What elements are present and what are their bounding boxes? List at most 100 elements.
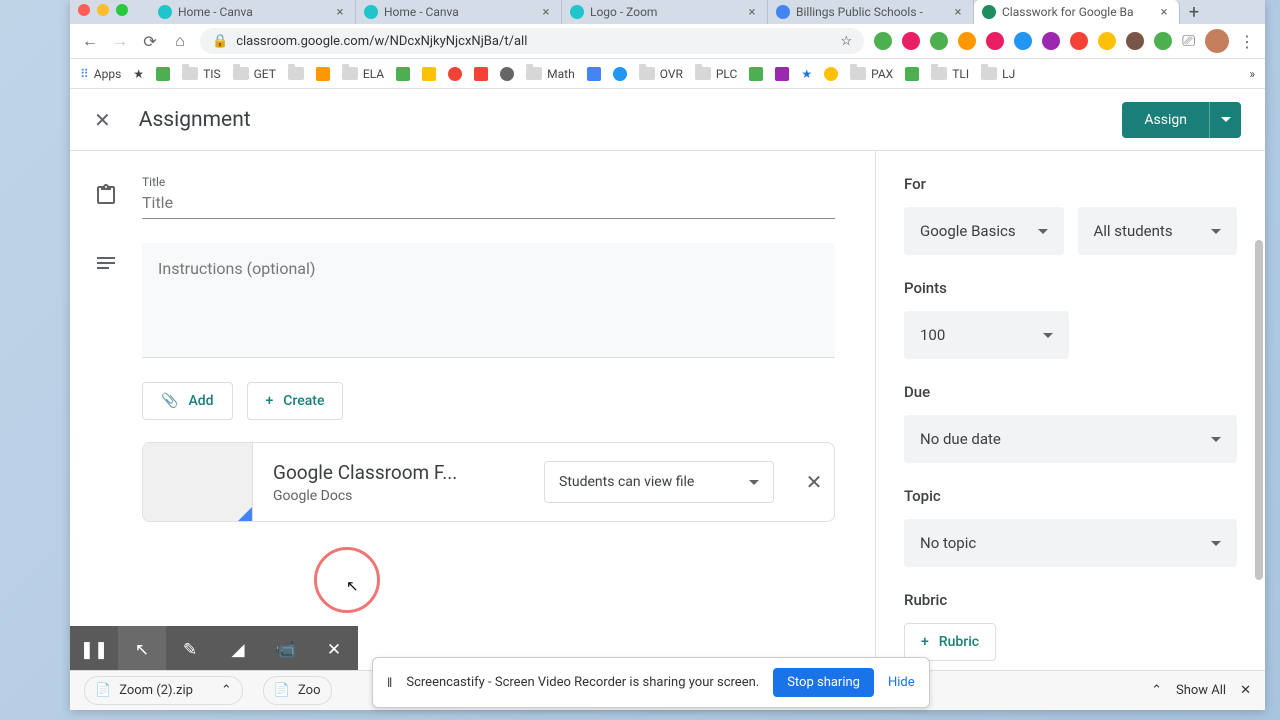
tab-billings[interactable]: Billings Public Schools -× (768, 0, 974, 24)
pen-button[interactable]: ✎ (166, 626, 214, 674)
minimize-window-icon[interactable] (97, 4, 109, 16)
remove-attachment-button[interactable]: ✕ (794, 470, 834, 494)
close-toolbar-button[interactable]: ✕ (310, 626, 358, 674)
close-window-icon[interactable] (78, 4, 90, 16)
bookmark-item[interactable]: ★ (133, 67, 144, 81)
bookmark-item[interactable] (448, 67, 462, 81)
bookmark-item[interactable] (587, 67, 601, 81)
bookmark-folder[interactable]: TIS (182, 67, 221, 81)
ext-icon[interactable] (1042, 32, 1060, 50)
create-button[interactable]: +Create (247, 382, 344, 420)
stop-sharing-button[interactable]: Stop sharing (773, 668, 874, 697)
instructions-field[interactable]: Instructions (optional) (142, 243, 835, 358)
close-downloads-button[interactable]: ✕ (1240, 683, 1251, 698)
new-tab-button[interactable]: + (1180, 0, 1208, 24)
bookmark-item[interactable] (396, 67, 410, 81)
close-icon[interactable]: × (951, 5, 965, 19)
permission-dropdown[interactable]: Students can view file (544, 461, 774, 503)
camera-button[interactable]: 📹 (262, 626, 310, 674)
assign-button[interactable]: Assign (1122, 102, 1209, 138)
close-icon[interactable]: × (539, 5, 553, 19)
due-date-select[interactable]: No due date (904, 415, 1237, 463)
tab-zoom[interactable]: Logo - Zoom× (562, 0, 768, 24)
pointer-button[interactable]: ↖ (118, 626, 166, 674)
bookmark-item[interactable] (156, 67, 170, 81)
bookmark-item[interactable] (422, 67, 436, 81)
attachment-title[interactable]: Google Classroom F... (273, 461, 524, 484)
bookmark-item[interactable] (500, 67, 514, 81)
maximize-window-icon[interactable] (116, 4, 128, 16)
class-select[interactable]: Google Basics (904, 207, 1064, 255)
bookmark-folder[interactable]: GET (233, 67, 276, 81)
bookmark-folder[interactable]: OVR (639, 67, 683, 81)
apps-button[interactable]: ⠿Apps (80, 67, 121, 81)
tab-canva-2[interactable]: Home - Canva× (356, 0, 562, 24)
topic-select[interactable]: No topic (904, 519, 1237, 567)
bookmark-item[interactable] (905, 67, 919, 81)
ext-icon[interactable] (986, 32, 1004, 50)
bookmark-item[interactable] (316, 67, 330, 81)
home-button[interactable]: ⌂ (170, 31, 190, 51)
bookmark-folder[interactable]: PAX (850, 67, 893, 81)
profile-avatar[interactable] (1205, 29, 1229, 53)
back-button[interactable]: ← (80, 31, 100, 51)
close-button[interactable]: ✕ (94, 108, 111, 132)
students-select[interactable]: All students (1078, 207, 1238, 255)
bookmark-item[interactable] (474, 67, 488, 81)
chevron-up-icon[interactable]: ⌃ (221, 683, 232, 698)
address-bar[interactable]: 🔒 classroom.google.com/w/NDcxNjkyNjcxNjB… (200, 28, 864, 54)
window-controls[interactable] (78, 4, 128, 16)
ext-icon[interactable] (1126, 32, 1144, 50)
close-icon[interactable]: × (333, 5, 347, 19)
forward-button[interactable]: → (110, 31, 130, 51)
bookmark-folder[interactable] (288, 67, 304, 80)
bookmark-folder[interactable]: PLC (695, 67, 737, 81)
scrollbar[interactable] (1253, 240, 1265, 590)
ext-icon[interactable] (1070, 32, 1088, 50)
reload-button[interactable]: ⟳ (140, 31, 160, 51)
eraser-button[interactable]: ◢ (214, 626, 262, 674)
cast-icon[interactable]: ⎚ (1182, 31, 1195, 51)
attachment-thumbnail[interactable] (143, 443, 253, 521)
show-all-button[interactable]: Show All (1176, 683, 1226, 698)
pause-button[interactable]: ❚❚ (70, 626, 118, 674)
ext-icon[interactable] (1154, 32, 1172, 50)
menu-icon[interactable]: ⋮ (1239, 32, 1255, 51)
bookmark-item[interactable]: ★ (801, 67, 812, 81)
bookmark-item[interactable] (749, 67, 763, 81)
chevron-down-icon (1038, 229, 1048, 234)
ext-icon[interactable] (1014, 32, 1032, 50)
download-item[interactable]: 📄 Zoom (2).zip ⌃ (84, 676, 243, 705)
bookmark-item[interactable] (824, 67, 838, 81)
close-icon[interactable]: × (1157, 5, 1171, 19)
close-icon[interactable]: × (745, 5, 759, 19)
bookmark-item[interactable] (613, 67, 627, 81)
ext-icon[interactable] (930, 32, 948, 50)
share-handle-icon[interactable]: ‖ (387, 675, 392, 691)
ext-icon[interactable] (902, 32, 920, 50)
assign-dropdown[interactable] (1209, 102, 1241, 138)
bookmark-item[interactable] (775, 67, 789, 81)
hide-notification-button[interactable]: Hide (888, 675, 915, 690)
bookmark-folder[interactable]: Math (526, 67, 575, 81)
lock-icon: 🔒 (212, 34, 228, 49)
bookmark-folder[interactable]: TLI (931, 67, 969, 81)
bookmark-overflow[interactable]: » (1249, 67, 1255, 81)
star-icon[interactable]: ☆ (841, 34, 853, 49)
title-input[interactable]: Title (142, 193, 835, 212)
extensions: ⎚ ⋮ (874, 29, 1255, 53)
ext-icon[interactable] (874, 32, 892, 50)
download-item[interactable]: 📄 Zoo (263, 676, 332, 705)
ext-icon[interactable] (958, 32, 976, 50)
title-field[interactable]: Title Title (142, 175, 835, 219)
bookmark-folder[interactable]: LJ (981, 67, 1015, 81)
text-icon (94, 251, 118, 275)
chevron-up-icon[interactable]: ⌃ (1151, 683, 1162, 698)
bookmark-folder[interactable]: ELA (342, 67, 384, 81)
add-button[interactable]: 📎Add (142, 382, 233, 420)
rubric-button[interactable]: +Rubric (904, 623, 996, 661)
ext-icon[interactable] (1098, 32, 1116, 50)
tab-classroom[interactable]: Classwork for Google Ba× (974, 0, 1180, 24)
points-select[interactable]: 100 (904, 311, 1069, 359)
tab-canva-1[interactable]: Home - Canva× (150, 0, 356, 24)
